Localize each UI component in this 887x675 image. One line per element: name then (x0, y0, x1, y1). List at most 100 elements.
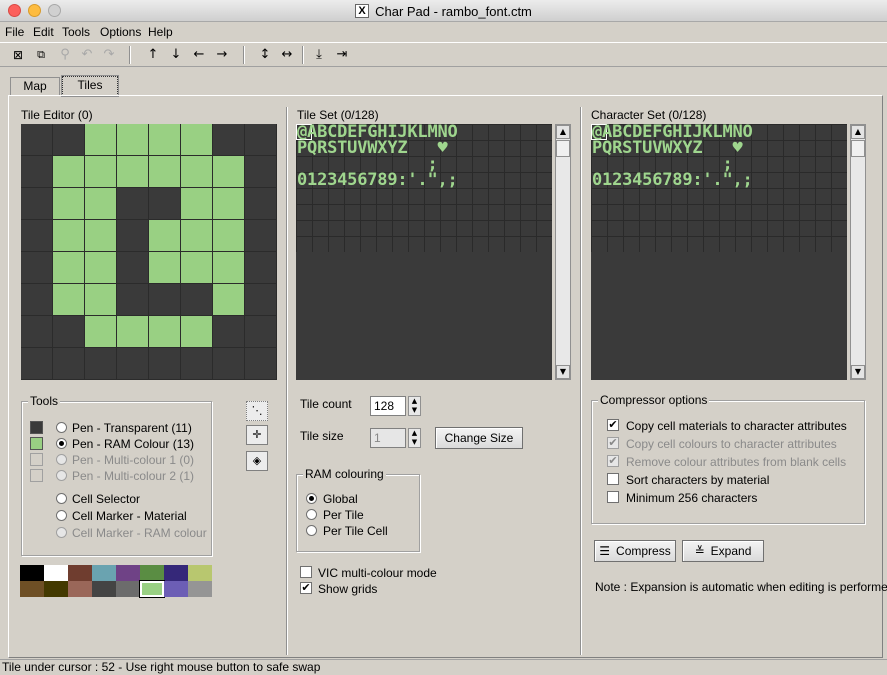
palette-colour[interactable] (188, 565, 212, 581)
char-set-scrollbar[interactable]: ▲ ▼ (850, 124, 866, 380)
compressor-option-checkbox[interactable]: ✔ (607, 419, 619, 431)
scroll-thumb[interactable] (556, 140, 570, 157)
scroll-down-icon[interactable]: ▼ (851, 365, 865, 379)
scroll-up-icon[interactable]: ▲ (851, 125, 865, 139)
split-icon[interactable]: ⧉ (32, 47, 50, 63)
tile-editor-cell[interactable] (117, 316, 149, 348)
tile-editor-cell[interactable] (21, 316, 53, 348)
flip-vertical-icon[interactable]: ↕ (256, 47, 274, 63)
tile-editor-cell[interactable] (149, 188, 181, 220)
pen-radio[interactable] (56, 438, 67, 449)
pen-radio[interactable] (56, 422, 67, 433)
draw-tool-icon[interactable]: ✛ (246, 425, 268, 445)
tile-editor-cell[interactable] (149, 252, 181, 284)
tile-editor-cell[interactable] (85, 348, 117, 380)
tile-editor-cell[interactable] (213, 124, 245, 156)
tile-editor-cell[interactable] (117, 284, 149, 316)
pen-radio[interactable] (56, 470, 67, 481)
palette-colour[interactable] (20, 581, 44, 597)
tile-editor-cell[interactable] (149, 124, 181, 156)
tile-editor-cell[interactable] (53, 124, 85, 156)
tile-count-stepper[interactable]: ▲ ▼ (408, 396, 421, 416)
palette-colour[interactable] (116, 581, 140, 597)
compressor-option-checkbox[interactable]: ✔ (607, 437, 619, 449)
tile-editor-cell[interactable] (53, 284, 85, 316)
tile-editor-cell[interactable] (245, 284, 277, 316)
pin-icon[interactable]: ⚲ (56, 47, 74, 63)
tile-editor-cell[interactable] (213, 316, 245, 348)
menu-help[interactable]: Help (148, 25, 173, 39)
tile-editor-cell[interactable] (85, 156, 117, 188)
pen-colour-swatch[interactable] (30, 469, 43, 482)
palette-colour[interactable] (164, 581, 188, 597)
tile-editor-cell[interactable] (85, 220, 117, 252)
tile-editor-cell[interactable] (21, 156, 53, 188)
select-tool-icon[interactable]: ⋱ (246, 401, 268, 421)
tile-editor-cell[interactable] (245, 124, 277, 156)
tile-editor-cell[interactable] (245, 252, 277, 284)
tile-editor-cell[interactable] (213, 156, 245, 188)
tile-editor-cell[interactable] (181, 316, 213, 348)
palette-colour[interactable] (188, 581, 212, 597)
compressor-option-checkbox[interactable] (607, 491, 619, 503)
tile-editor-grid[interactable] (21, 124, 277, 380)
palette-colour[interactable] (92, 581, 116, 597)
arrow-up-icon[interactable]: ↑ (144, 47, 162, 63)
tile-editor-cell[interactable] (149, 348, 181, 380)
palette-colour[interactable] (92, 565, 116, 581)
tile-editor-cell[interactable] (21, 220, 53, 252)
palette-colour[interactable] (44, 581, 68, 597)
tile-editor-cell[interactable] (85, 188, 117, 220)
pen-colour-swatch[interactable] (30, 421, 43, 434)
expand-button[interactable]: ≚ Expand (682, 540, 764, 562)
palette-colour[interactable] (20, 565, 44, 581)
tile-editor-cell[interactable] (117, 220, 149, 252)
tile-editor-cell[interactable] (117, 252, 149, 284)
tile-editor-cell[interactable] (149, 284, 181, 316)
redo-icon[interactable]: ↷ (100, 47, 118, 63)
tile-editor-cell[interactable] (53, 188, 85, 220)
tile-editor-cell[interactable] (53, 156, 85, 188)
tile-editor-cell[interactable] (181, 124, 213, 156)
tile-editor-cell[interactable] (181, 348, 213, 380)
tab-map[interactable]: Map (10, 77, 60, 96)
tile-editor-cell[interactable] (245, 220, 277, 252)
tile-editor-cell[interactable] (85, 316, 117, 348)
tile-editor-cell[interactable] (149, 156, 181, 188)
menu-options[interactable]: Options (100, 25, 141, 39)
tile-count-input[interactable]: 128 (370, 396, 406, 416)
tile-editor-cell[interactable] (85, 124, 117, 156)
tile-editor-cell[interactable] (53, 220, 85, 252)
tile-editor-cell[interactable] (213, 252, 245, 284)
palette-colour[interactable] (139, 580, 165, 598)
tile-editor-cell[interactable] (213, 348, 245, 380)
tile-editor-cell[interactable] (117, 156, 149, 188)
char-set-view[interactable]: @ABCDEFGHIJKLMNO PQRSTUVWXYZ ♥ ; 0123456… (591, 124, 847, 380)
tile-set-scrollbar[interactable]: ▲ ▼ (555, 124, 571, 380)
tile-editor-cell[interactable] (21, 188, 53, 220)
scroll-down-icon[interactable]: ▼ (556, 365, 570, 379)
menu-tools[interactable]: Tools (62, 25, 90, 39)
tile-size-input[interactable]: 1 (370, 428, 406, 448)
tile-editor-cell[interactable] (85, 252, 117, 284)
tile-editor-cell[interactable] (21, 284, 53, 316)
compress-button[interactable]: ☰ Compress (594, 540, 676, 562)
palette-colour[interactable] (164, 565, 188, 581)
compressor-option-checkbox[interactable] (607, 473, 619, 485)
ram-per-tile-cell-radio[interactable] (306, 525, 317, 536)
palette-colour[interactable] (116, 565, 140, 581)
arrow-right-icon[interactable]: → (213, 47, 231, 63)
arrow-down-icon[interactable]: ↓ (167, 47, 185, 63)
palette-colour[interactable] (68, 565, 92, 581)
pen-radio[interactable] (56, 454, 67, 465)
tile-editor-cell[interactable] (245, 156, 277, 188)
tile-editor-cell[interactable] (117, 348, 149, 380)
tile-editor-cell[interactable] (213, 220, 245, 252)
tile-editor-cell[interactable] (21, 252, 53, 284)
rotate-right-icon[interactable]: ⇥ (333, 47, 351, 63)
arrow-left-icon[interactable]: ← (190, 47, 208, 63)
tile-editor-cell[interactable] (149, 220, 181, 252)
palette-colour[interactable] (140, 565, 164, 581)
tile-size-stepper[interactable]: ▲ ▼ (408, 428, 421, 448)
menu-edit[interactable]: Edit (33, 25, 54, 39)
